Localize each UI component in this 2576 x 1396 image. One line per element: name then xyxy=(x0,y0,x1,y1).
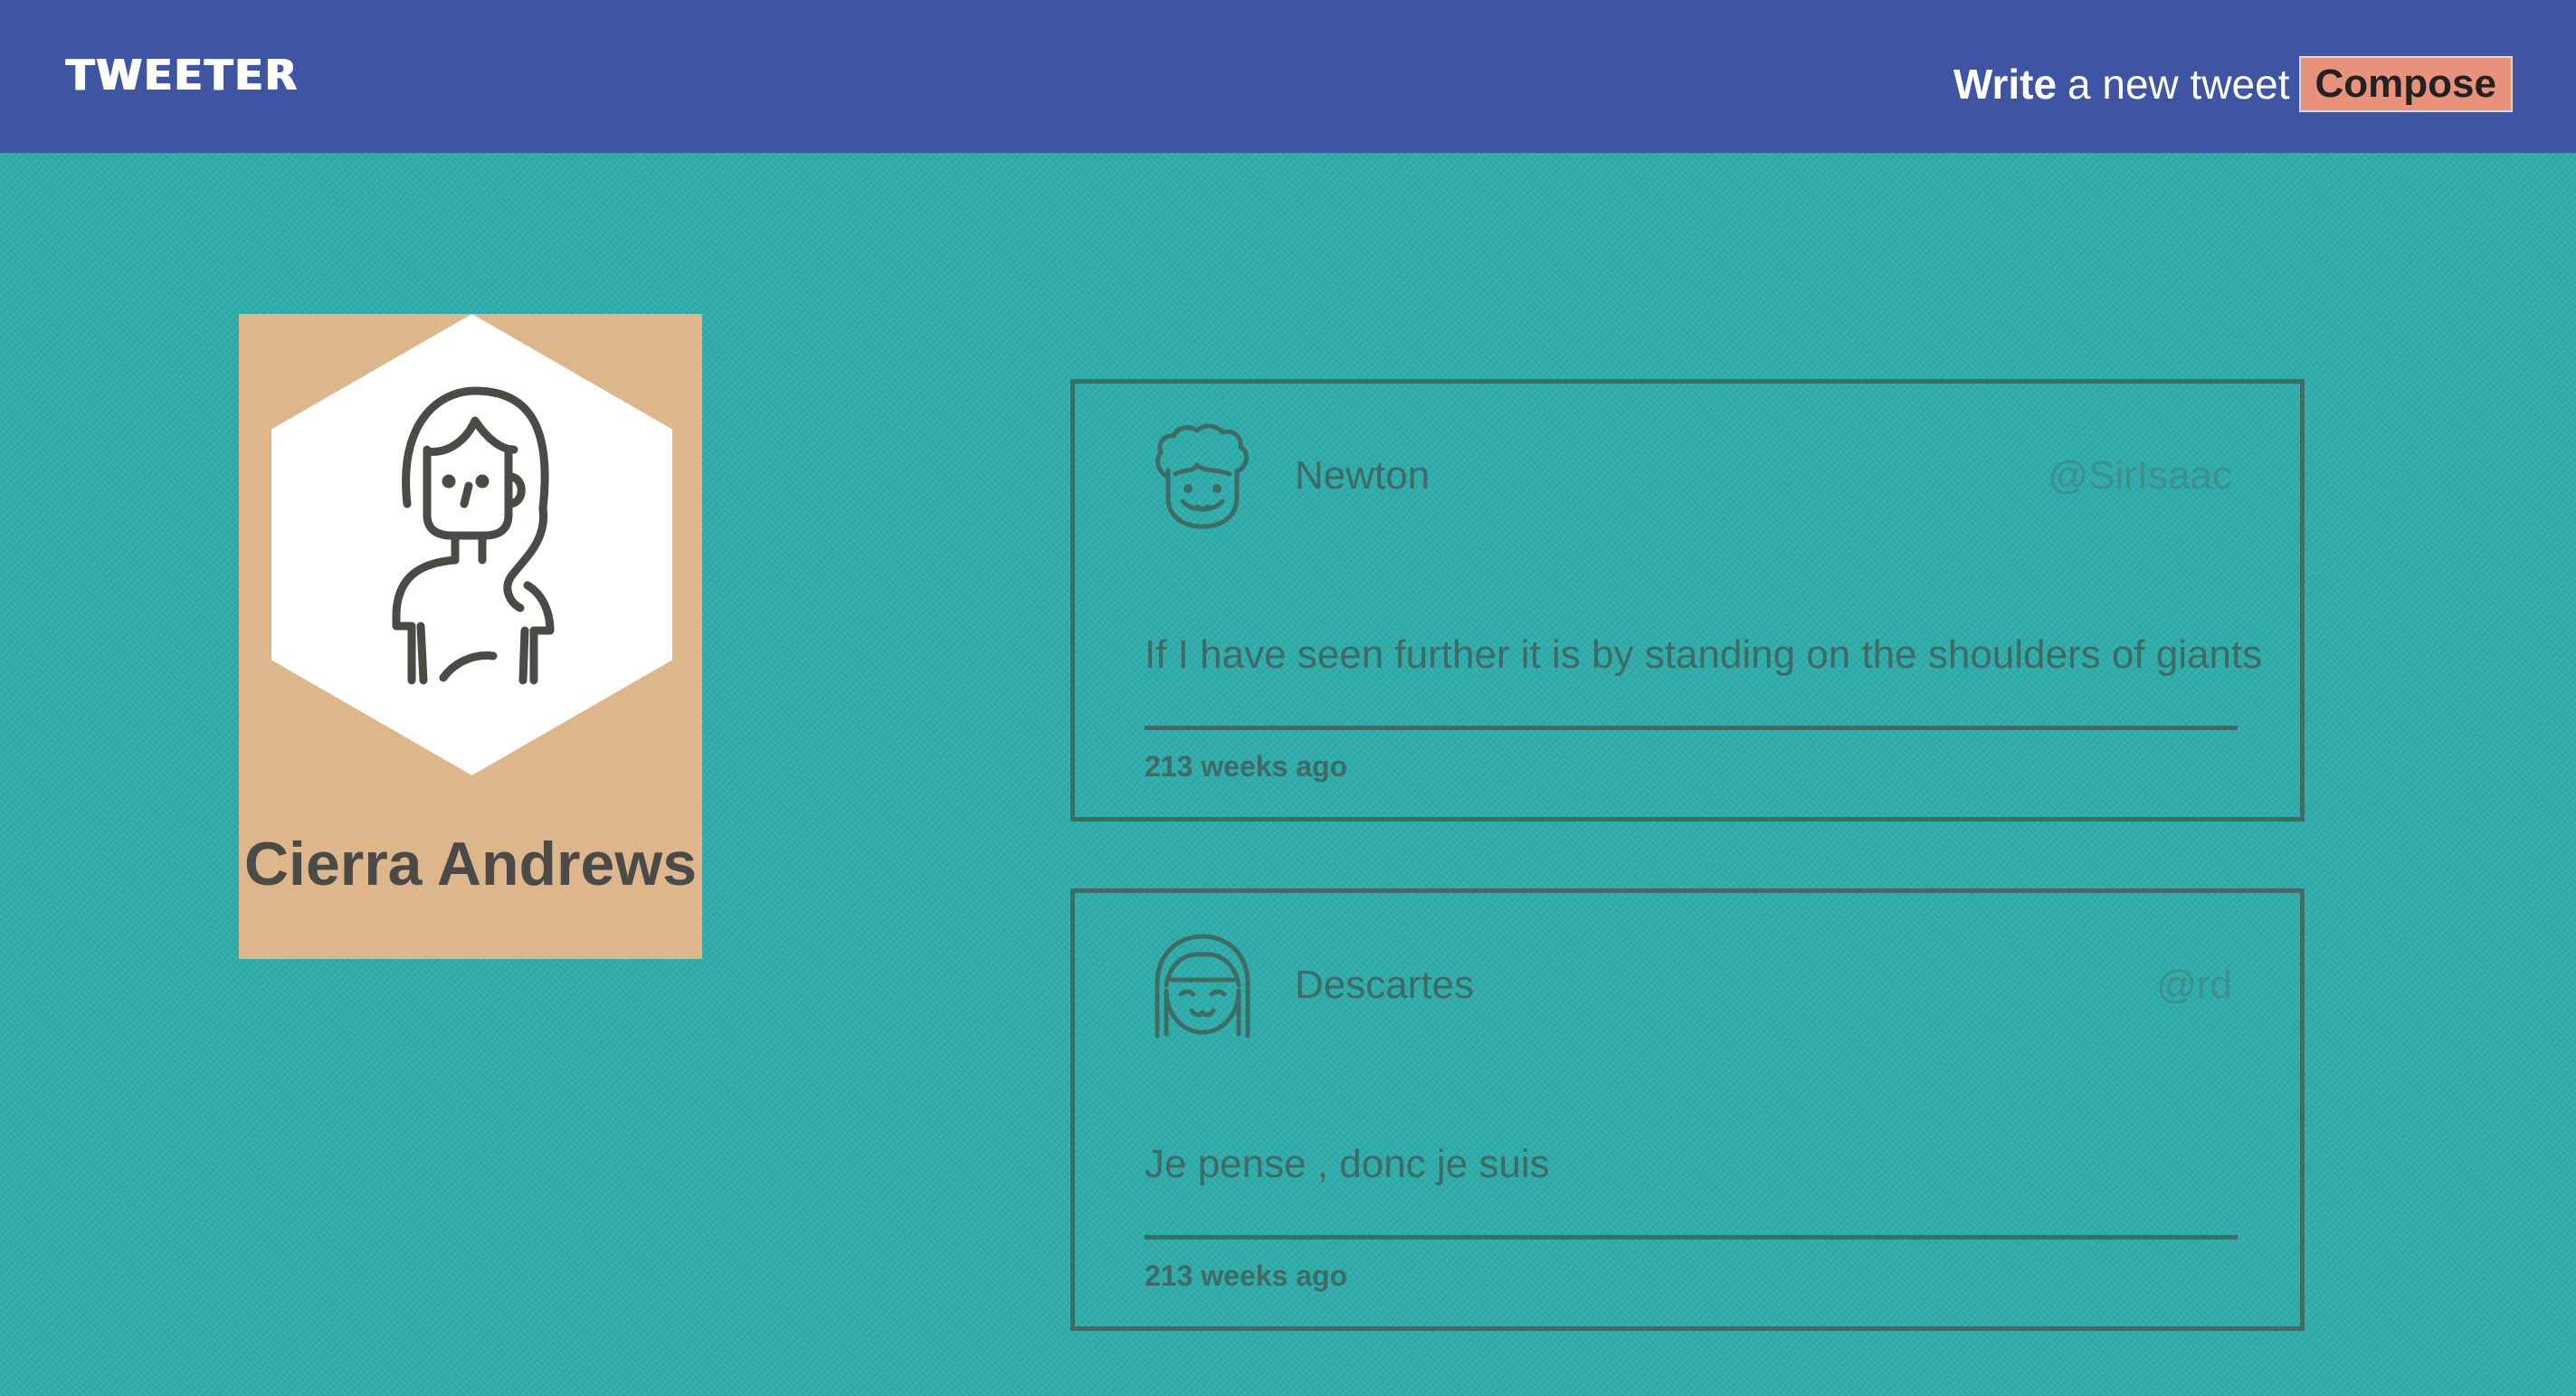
tweet-author-name: Descartes xyxy=(1295,963,1475,1007)
compose-button[interactable]: Compose xyxy=(2298,56,2513,112)
bangs-face-avatar-icon xyxy=(1155,934,1250,1039)
tweet-author-handle[interactable]: @rd xyxy=(2156,962,2232,1010)
brand-logo[interactable]: TWEETER xyxy=(65,54,298,96)
curly-hair-man-avatar-icon xyxy=(1155,423,1249,529)
write-label-rest: a new tweet xyxy=(2067,61,2290,108)
tweet-author-name: Newton xyxy=(1295,453,1431,498)
tweet-divider xyxy=(1145,1235,2238,1239)
compose-area: Write a new tweet Compose xyxy=(1953,54,2513,114)
tweet-text: Je pense , donc je suis xyxy=(1145,1142,1550,1186)
tweet-timestamp: 213 weeks ago xyxy=(1145,1259,1348,1292)
woman-avatar-icon xyxy=(271,314,672,775)
profile-card: Cierra Andrews xyxy=(239,314,702,959)
write-label-bold: Write xyxy=(1953,61,2058,108)
tweet-author-handle[interactable]: @SirIsaac xyxy=(2048,452,2232,500)
top-navbar: TWEETER Write a new tweet Compose xyxy=(0,0,2576,153)
tweet-card: Newton @SirIsaac If I have seen further … xyxy=(1070,379,2305,821)
tweet-text: If I have seen further it is by standing… xyxy=(1145,632,2263,677)
tweet-card: Descartes @rd Je pense , donc je suis 21… xyxy=(1070,888,2305,1331)
profile-name: Cierra Andrews xyxy=(243,830,698,898)
tweet-timestamp: 213 weeks ago xyxy=(1145,750,1348,783)
tweet-divider xyxy=(1145,726,2238,730)
